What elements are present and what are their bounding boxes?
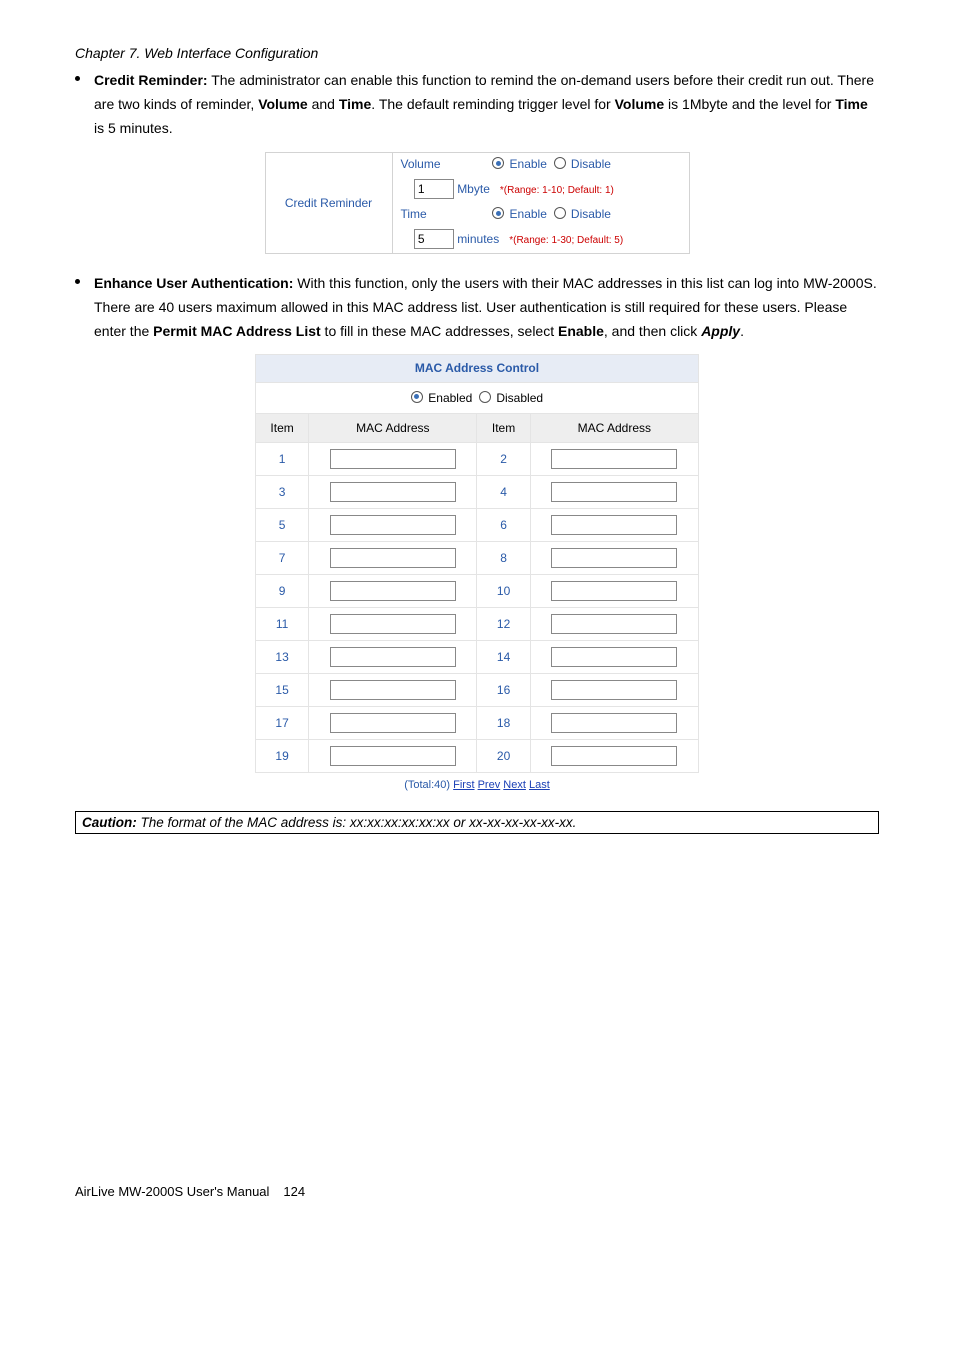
disabled-label: Disabled xyxy=(496,391,543,405)
table-row: 34 xyxy=(256,475,699,508)
table-row: 13 14 xyxy=(256,640,699,673)
volume-range-note: *(Range: 1-10; Default: 1) xyxy=(500,185,614,196)
table-row: 56 xyxy=(256,508,699,541)
table-row: 78 xyxy=(256,541,699,574)
enable-label: Enable xyxy=(510,157,547,171)
time-input[interactable] xyxy=(414,229,454,249)
item-number: 10 xyxy=(477,574,530,607)
mac-enable-row: Enabled Disabled xyxy=(256,382,699,413)
mac-input[interactable] xyxy=(330,746,456,766)
radio-enable-icon[interactable] xyxy=(492,207,504,219)
mac-input[interactable] xyxy=(551,713,677,733)
item-number: 12 xyxy=(477,607,530,640)
table-row: 1718 xyxy=(256,706,699,739)
bullet-icon xyxy=(75,279,80,284)
pager-link-prev[interactable]: Prev xyxy=(478,779,501,791)
enable-label: Enable xyxy=(510,207,547,221)
enabled-label: Enabled xyxy=(428,391,472,405)
radio-enable-icon[interactable] xyxy=(492,157,504,169)
credit-reminder-label: Credit Reminder xyxy=(265,153,392,254)
bullet-item: Credit Reminder: The administrator can e… xyxy=(75,69,879,140)
volume-label: Volume xyxy=(401,157,456,171)
mac-input[interactable] xyxy=(551,680,677,700)
table-row: 9 10 xyxy=(256,574,699,607)
table-row: 12 xyxy=(256,442,699,475)
item-number: 17 xyxy=(256,706,309,739)
mbyte-unit: Mbyte xyxy=(457,182,490,196)
mac-input[interactable] xyxy=(330,548,456,568)
bullet-text: Credit Reminder: The administrator can e… xyxy=(94,69,879,140)
mac-input[interactable] xyxy=(330,713,456,733)
bullet-text: Enhance User Authentication: With this f… xyxy=(94,272,879,343)
item-number: 16 xyxy=(477,673,530,706)
mac-input[interactable] xyxy=(330,449,456,469)
table-row: 11 12 xyxy=(256,607,699,640)
mac-input[interactable] xyxy=(330,515,456,535)
page-number: 124 xyxy=(283,1184,305,1199)
mac-input[interactable] xyxy=(551,746,677,766)
item-number: 11 xyxy=(256,607,309,640)
mac-input[interactable] xyxy=(330,614,456,634)
table-row: 1920 xyxy=(256,739,699,772)
mac-title: MAC Address Control xyxy=(256,354,699,382)
mac-input[interactable] xyxy=(551,449,677,469)
item-number: 4 xyxy=(477,475,530,508)
col-header-item: Item xyxy=(477,413,530,442)
pager: (Total:40) First Prev Next Last xyxy=(75,779,879,791)
mac-input[interactable] xyxy=(330,680,456,700)
chapter-heading: Chapter 7. Web Interface Configuration xyxy=(75,45,879,61)
radio-enabled-icon[interactable] xyxy=(411,391,423,403)
mac-input[interactable] xyxy=(330,647,456,667)
bullet-icon xyxy=(75,76,80,81)
pager-link-first[interactable]: First xyxy=(453,779,474,791)
item-number: 6 xyxy=(477,508,530,541)
mac-input[interactable] xyxy=(330,482,456,502)
disable-label: Disable xyxy=(571,207,611,221)
item-number: 20 xyxy=(477,739,530,772)
mac-input[interactable] xyxy=(551,515,677,535)
credit-reminder-table: Credit Reminder Volume Enable Disable Mb… xyxy=(265,152,690,254)
radio-disabled-icon[interactable] xyxy=(479,391,491,403)
mac-input[interactable] xyxy=(551,548,677,568)
radio-disable-icon[interactable] xyxy=(554,157,566,169)
pager-total: (Total:40) xyxy=(404,779,450,791)
item-number: 19 xyxy=(256,739,309,772)
item-number: 13 xyxy=(256,640,309,673)
item-number: 7 xyxy=(256,541,309,574)
caution-box: Caution: The format of the MAC address i… xyxy=(75,811,879,834)
item-number: 2 xyxy=(477,442,530,475)
footer-left: AirLive MW-2000S User's Manual xyxy=(75,1184,269,1199)
minutes-unit: minutes xyxy=(457,232,499,246)
caution-text: The format of the MAC address is: xx:xx:… xyxy=(137,815,577,830)
col-header-mac: MAC Address xyxy=(309,413,477,442)
col-header-item: Item xyxy=(256,413,309,442)
mac-input[interactable] xyxy=(551,581,677,601)
mac-address-table: MAC Address Control Enabled Disabled Ite… xyxy=(255,354,699,773)
mac-input[interactable] xyxy=(551,614,677,634)
volume-input[interactable] xyxy=(414,179,454,199)
pager-link-next[interactable]: Next xyxy=(503,779,526,791)
time-label: Time xyxy=(401,207,456,221)
item-number: 18 xyxy=(477,706,530,739)
item-number: 15 xyxy=(256,673,309,706)
item-number: 8 xyxy=(477,541,530,574)
bullet-item: Enhance User Authentication: With this f… xyxy=(75,272,879,343)
item-number: 5 xyxy=(256,508,309,541)
caution-lead: Caution: xyxy=(82,815,137,830)
table-row: 1516 xyxy=(256,673,699,706)
item-number: 9 xyxy=(256,574,309,607)
item-number: 1 xyxy=(256,442,309,475)
mac-input[interactable] xyxy=(551,647,677,667)
disable-label: Disable xyxy=(571,157,611,171)
mac-input[interactable] xyxy=(551,482,677,502)
mac-input[interactable] xyxy=(330,581,456,601)
radio-disable-icon[interactable] xyxy=(554,207,566,219)
col-header-mac: MAC Address xyxy=(530,413,698,442)
time-range-note: *(Range: 1-30; Default: 5) xyxy=(509,235,623,246)
item-number: 3 xyxy=(256,475,309,508)
pager-link-last[interactable]: Last xyxy=(529,779,550,791)
item-number: 14 xyxy=(477,640,530,673)
